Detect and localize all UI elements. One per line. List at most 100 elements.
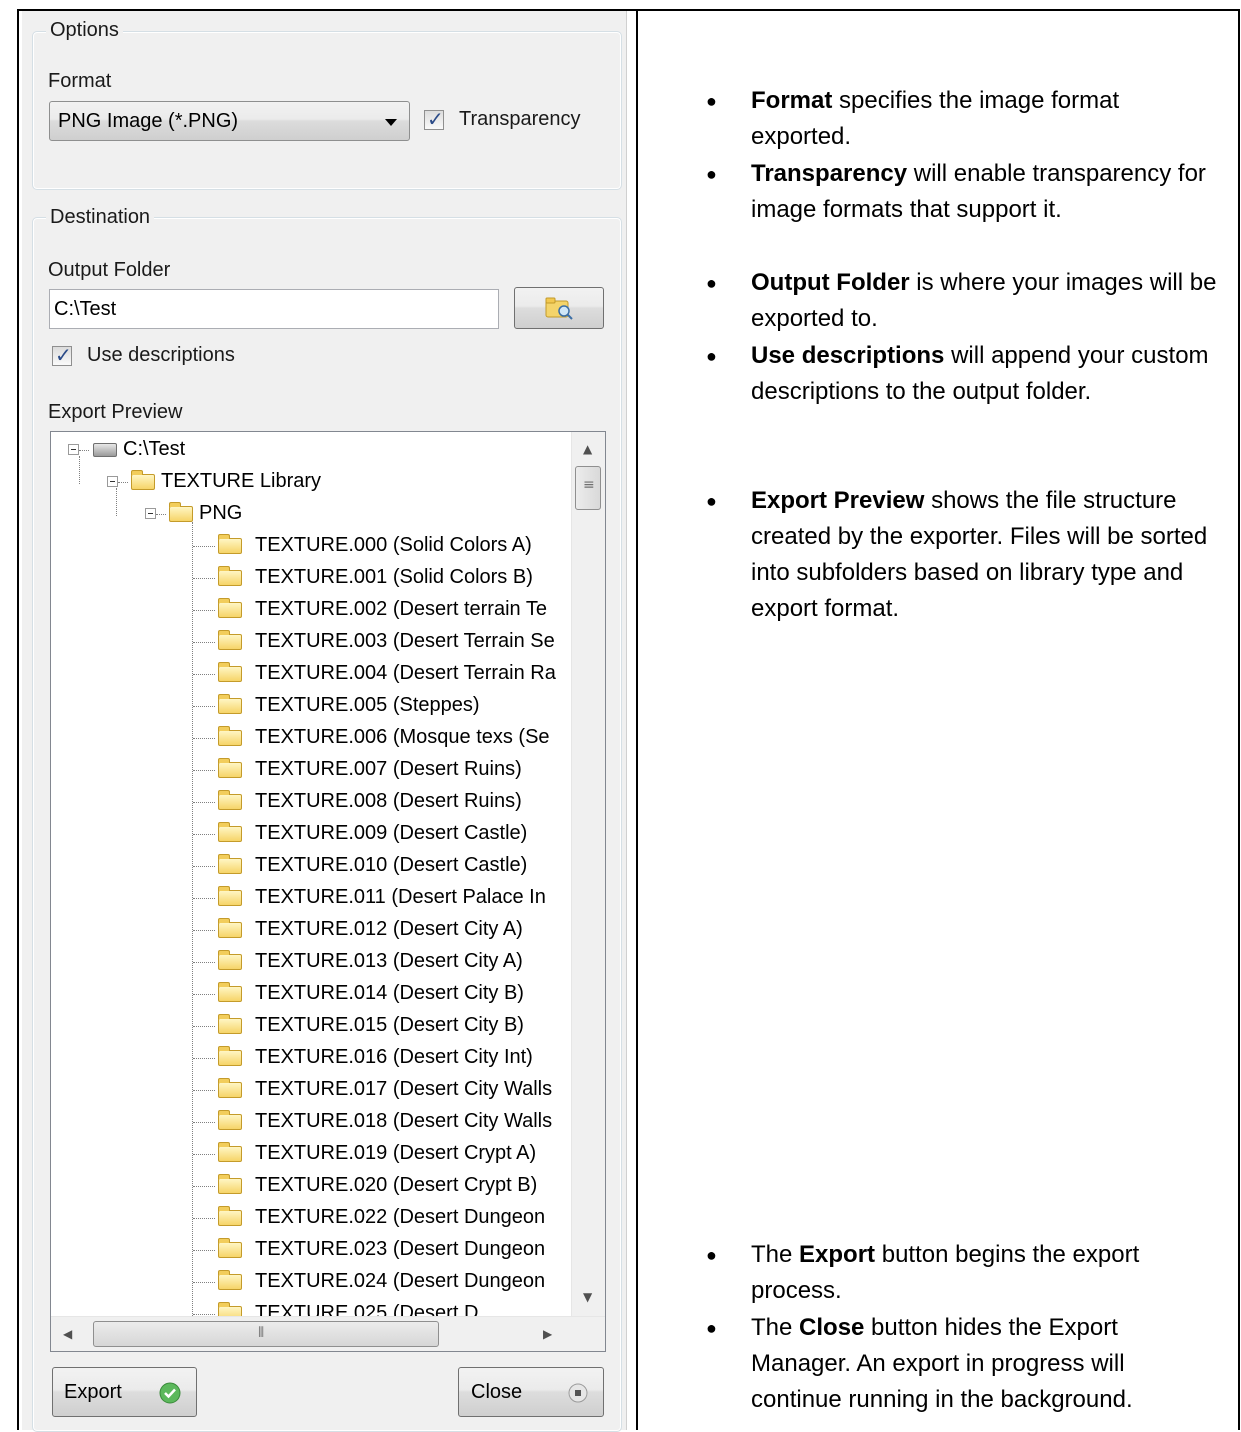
- collapse-icon: [107, 476, 118, 487]
- export-preview-tree[interactable]: C:\Test TEXTURE Library PNG TEXTURE.000 …: [50, 431, 606, 1352]
- tree-node-label: C:\Test: [123, 438, 186, 460]
- tree-node-item[interactable]: TEXTURE.016 (Desert City Int): [51, 1043, 571, 1075]
- tree-node-item[interactable]: TEXTURE.000 (Solid Colors A): [51, 531, 571, 563]
- transparency-checkbox[interactable]: ✓: [424, 107, 444, 131]
- output-folder-input[interactable]: C:\Test: [49, 289, 499, 329]
- folder-icon: [218, 694, 242, 714]
- tree-connector: [193, 642, 215, 643]
- tree-connector: [193, 578, 215, 579]
- tree-node-item[interactable]: TEXTURE.015 (Desert City B): [51, 1011, 571, 1043]
- tree-connector: [193, 802, 215, 803]
- tree-node-item[interactable]: TEXTURE.014 (Desert City B): [51, 979, 571, 1011]
- table-middle-border: [636, 9, 638, 1430]
- tree-node-item[interactable]: TEXTURE.007 (Desert Ruins): [51, 755, 571, 787]
- horizontal-scroll-thumb[interactable]: ⦀: [93, 1321, 439, 1347]
- note-prefix: The: [751, 1314, 800, 1341]
- tree-node-item[interactable]: TEXTURE.019 (Desert Crypt A): [51, 1139, 571, 1171]
- format-dropdown-value: PNG Image (*.PNG): [58, 110, 239, 132]
- tree-node-library[interactable]: TEXTURE Library: [51, 467, 571, 499]
- scroll-down-icon[interactable]: ▼: [583, 1290, 592, 1304]
- format-dropdown[interactable]: PNG Image (*.PNG): [49, 101, 410, 141]
- folder-icon: [218, 1142, 242, 1162]
- tree-node-label: TEXTURE.003 (Desert Terrain Se: [255, 630, 555, 652]
- folder-icon: [218, 918, 242, 938]
- close-button[interactable]: Close: [458, 1367, 604, 1417]
- tree-node-item[interactable]: TEXTURE.002 (Desert terrain Te: [51, 595, 571, 627]
- tree-connector: [193, 834, 215, 835]
- tree-node-label: TEXTURE.016 (Desert City Int): [255, 1046, 533, 1068]
- folder-icon: [218, 726, 242, 746]
- note-term: Use descriptions: [751, 342, 945, 369]
- note-text: Export Preview shows the file structure …: [751, 483, 1221, 627]
- tree-node-item[interactable]: TEXTURE.001 (Solid Colors B): [51, 563, 571, 595]
- tree-node-item[interactable]: TEXTURE.009 (Desert Castle): [51, 819, 571, 851]
- tree-connector: [193, 1154, 215, 1155]
- tree-node-item[interactable]: TEXTURE.006 (Mosque texs (Se: [51, 723, 571, 755]
- tree-node-item[interactable]: TEXTURE.004 (Desert Terrain Ra: [51, 659, 571, 691]
- folder-icon: [169, 502, 193, 522]
- tree-node-item[interactable]: TEXTURE.010 (Desert Castle): [51, 851, 571, 883]
- tree-node-item[interactable]: TEXTURE.023 (Desert Dungeon: [51, 1235, 571, 1267]
- tree-node-item[interactable]: TEXTURE.017 (Desert City Walls: [51, 1075, 571, 1107]
- tree-node-item[interactable]: TEXTURE.013 (Desert City A): [51, 947, 571, 979]
- tree-node-item[interactable]: TEXTURE.024 (Desert Dungeon: [51, 1267, 571, 1299]
- tree-node-label: TEXTURE.012 (Desert City A): [255, 918, 523, 940]
- tree-connector: [193, 706, 215, 707]
- tree-node-item[interactable]: TEXTURE.022 (Desert Dungeon: [51, 1203, 571, 1235]
- folder-icon: [218, 854, 242, 874]
- vertical-scroll-thumb[interactable]: ≡: [575, 466, 601, 510]
- tree-node-label: TEXTURE.014 (Desert City B): [255, 982, 524, 1004]
- scroll-right-icon[interactable]: ▶: [543, 1327, 552, 1341]
- tree-node-item[interactable]: TEXTURE.011 (Desert Palace In: [51, 883, 571, 915]
- tree-connector: [193, 1282, 215, 1283]
- folder-search-icon: [545, 297, 573, 320]
- tree-vertical-scrollbar[interactable]: ▲ ≡ ▼: [571, 432, 605, 1316]
- tree-node-item[interactable]: TEXTURE.012 (Desert City A): [51, 915, 571, 947]
- collapse-icon: [145, 508, 156, 519]
- scroll-left-icon[interactable]: ◀: [63, 1327, 72, 1341]
- tree-node-format[interactable]: PNG: [51, 499, 571, 531]
- folder-icon: [218, 1014, 242, 1034]
- tree-node-item[interactable]: TEXTURE.008 (Desert Ruins): [51, 787, 571, 819]
- tree-node-label: TEXTURE.001 (Solid Colors B): [255, 566, 533, 588]
- scroll-up-icon[interactable]: ▲: [583, 442, 592, 456]
- folder-icon: [218, 1110, 242, 1130]
- use-descriptions-checkbox[interactable]: ✓: [52, 343, 72, 367]
- tree-connector: [193, 994, 215, 995]
- folder-icon: [218, 982, 242, 1002]
- tree-node-label: TEXTURE.022 (Desert Dungeon: [255, 1206, 546, 1228]
- tree-connector: [193, 770, 215, 771]
- folder-icon: [218, 758, 242, 778]
- tree-horizontal-scrollbar[interactable]: ◀ ⦀ ▶: [51, 1316, 605, 1351]
- tree-node-label: TEXTURE.017 (Desert City Walls: [255, 1078, 553, 1100]
- tree-connector: [193, 1026, 215, 1027]
- tree-node-label: TEXTURE.018 (Desert City Walls: [255, 1110, 553, 1132]
- folder-icon: [218, 1078, 242, 1098]
- folder-icon: [218, 1206, 242, 1226]
- export-button[interactable]: Export: [52, 1367, 197, 1417]
- note-text: Transparency will enable transparency fo…: [751, 156, 1221, 228]
- note-term: Export: [799, 1241, 876, 1268]
- tree-node-label: TEXTURE.007 (Desert Ruins): [255, 758, 522, 780]
- browse-folder-button[interactable]: [514, 287, 604, 329]
- tree-node-label: TEXTURE.013 (Desert City A): [255, 950, 523, 972]
- tree-node-label: TEXTURE.010 (Desert Castle): [255, 854, 528, 876]
- tree-node-item[interactable]: TEXTURE.020 (Desert Crypt B): [51, 1171, 571, 1203]
- close-button-label: Close: [471, 1381, 523, 1403]
- options-group-title: Options: [46, 19, 123, 42]
- tree-node-root[interactable]: C:\Test: [51, 435, 571, 467]
- export-preview-label: Export Preview: [48, 401, 183, 423]
- note-term: Close: [799, 1314, 865, 1341]
- tree-node-item[interactable]: TEXTURE.018 (Desert City Walls: [51, 1107, 571, 1139]
- transparency-label: Transparency: [459, 108, 581, 130]
- bullet-icon: ●: [706, 1245, 717, 1265]
- grip-icon: ≡: [583, 477, 595, 493]
- table-right-border: [1238, 9, 1240, 1430]
- green-check-icon: [159, 1382, 181, 1404]
- bullet-icon: ●: [706, 273, 717, 293]
- tree-connector: [193, 1058, 215, 1059]
- tree-node-item[interactable]: TEXTURE.003 (Desert Terrain Se: [51, 627, 571, 659]
- folder-icon: [218, 1046, 242, 1066]
- tree-node-label: TEXTURE.004 (Desert Terrain Ra: [255, 662, 556, 684]
- tree-node-item[interactable]: TEXTURE.005 (Steppes): [51, 691, 571, 723]
